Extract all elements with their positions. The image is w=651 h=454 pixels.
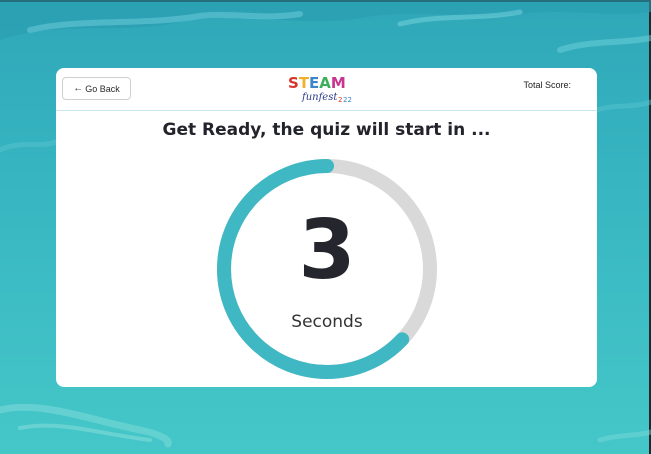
- card-header: ← Go Back STEAM funfest 2 22 Total Score…: [56, 68, 597, 111]
- arrow-left-icon: ←: [73, 82, 84, 94]
- countdown-unit: Seconds: [291, 312, 363, 332]
- svg-text:22: 22: [343, 96, 352, 104]
- svg-text:funfest: funfest: [301, 92, 338, 103]
- svg-text:STEAM: STEAM: [288, 74, 346, 92]
- total-score-label: Total Score:: [523, 80, 571, 90]
- go-back-label: Go Back: [85, 83, 120, 94]
- countdown-number: 3: [298, 203, 356, 298]
- quiz-card: ← Go Back STEAM funfest 2 22 Total Score…: [56, 68, 597, 387]
- steam-funfest-logo: STEAM funfest 2 22: [288, 74, 352, 104]
- go-back-button[interactable]: ← Go Back: [62, 77, 131, 100]
- countdown-heading: Get Ready, the quiz will start in ...: [162, 120, 491, 140]
- svg-text:2: 2: [338, 96, 342, 104]
